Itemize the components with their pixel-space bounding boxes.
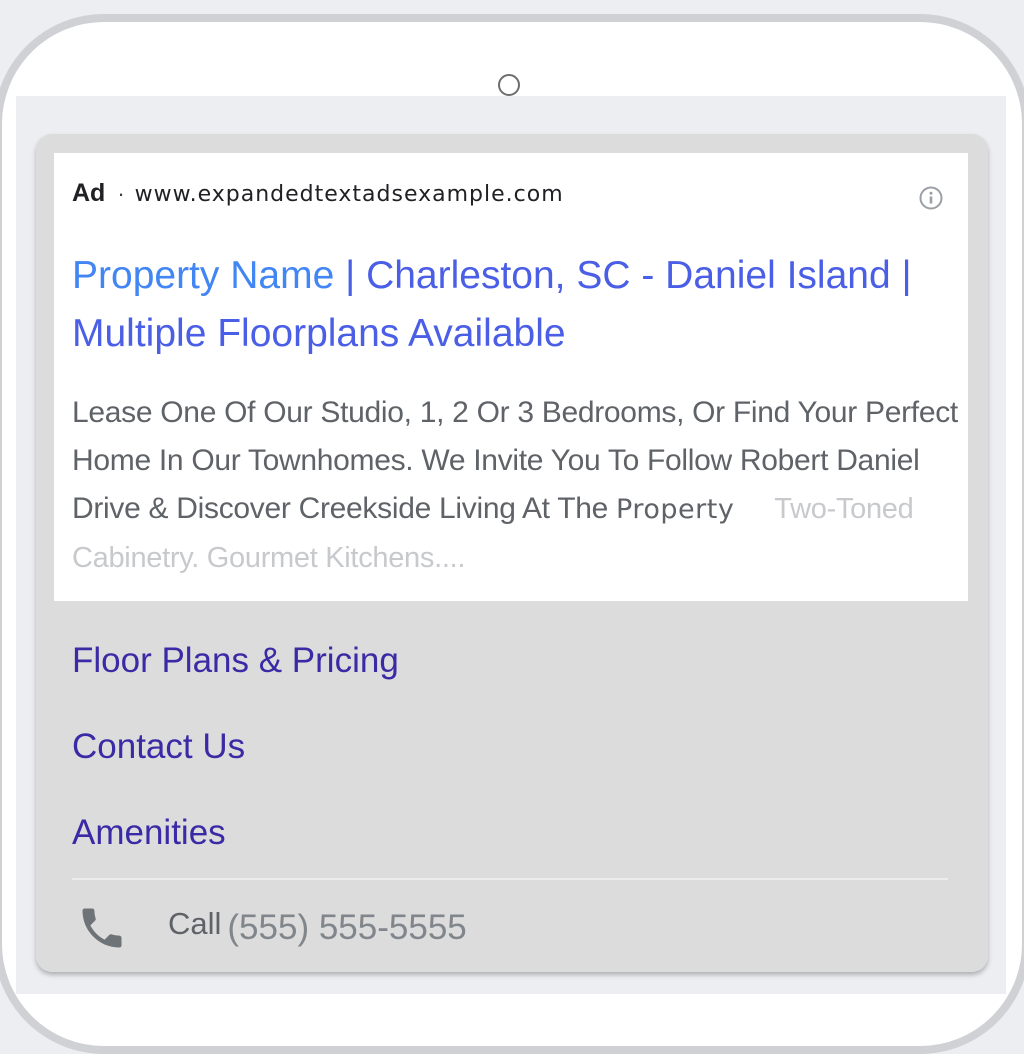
ad-headline-link[interactable]: Property Name | Charleston, SC - Daniel … [72, 247, 952, 363]
divider [72, 878, 948, 880]
sitelink-list: Floor Plans & Pricing Contact Us Ameniti… [72, 618, 399, 876]
ad-separator: · [117, 181, 125, 206]
description-tail: Property [616, 494, 735, 525]
ad-main-panel: Ad · www.expandedtextadsexample.com Prop… [54, 153, 968, 601]
call-phone-number[interactable]: (555) 555-5555 [227, 908, 466, 948]
search-ad-card: Ad · www.expandedtextadsexample.com Prop… [36, 134, 988, 972]
display-url[interactable]: www.expandedtextadsexample.com [135, 182, 564, 207]
phone-icon[interactable] [76, 902, 128, 954]
info-icon[interactable] [918, 185, 944, 211]
ad-description: Lease One Of Our Studio, 1, 2 Or 3 Bedro… [72, 389, 962, 582]
sitelink-amenities[interactable]: Amenities [72, 790, 399, 876]
sitelink-floor-plans-pricing[interactable]: Floor Plans & Pricing [72, 618, 399, 704]
sitelink-contact-us[interactable]: Contact Us [72, 704, 399, 790]
headline-property-name[interactable]: Property Name [72, 254, 334, 297]
ad-url-line: Ad · www.expandedtextadsexample.com [72, 179, 564, 208]
ad-badge: Ad [72, 179, 106, 207]
front-camera-icon [498, 74, 520, 96]
call-label[interactable]: Call [168, 906, 221, 942]
call-extension[interactable]: Call (555) 555-5555 [76, 898, 467, 958]
